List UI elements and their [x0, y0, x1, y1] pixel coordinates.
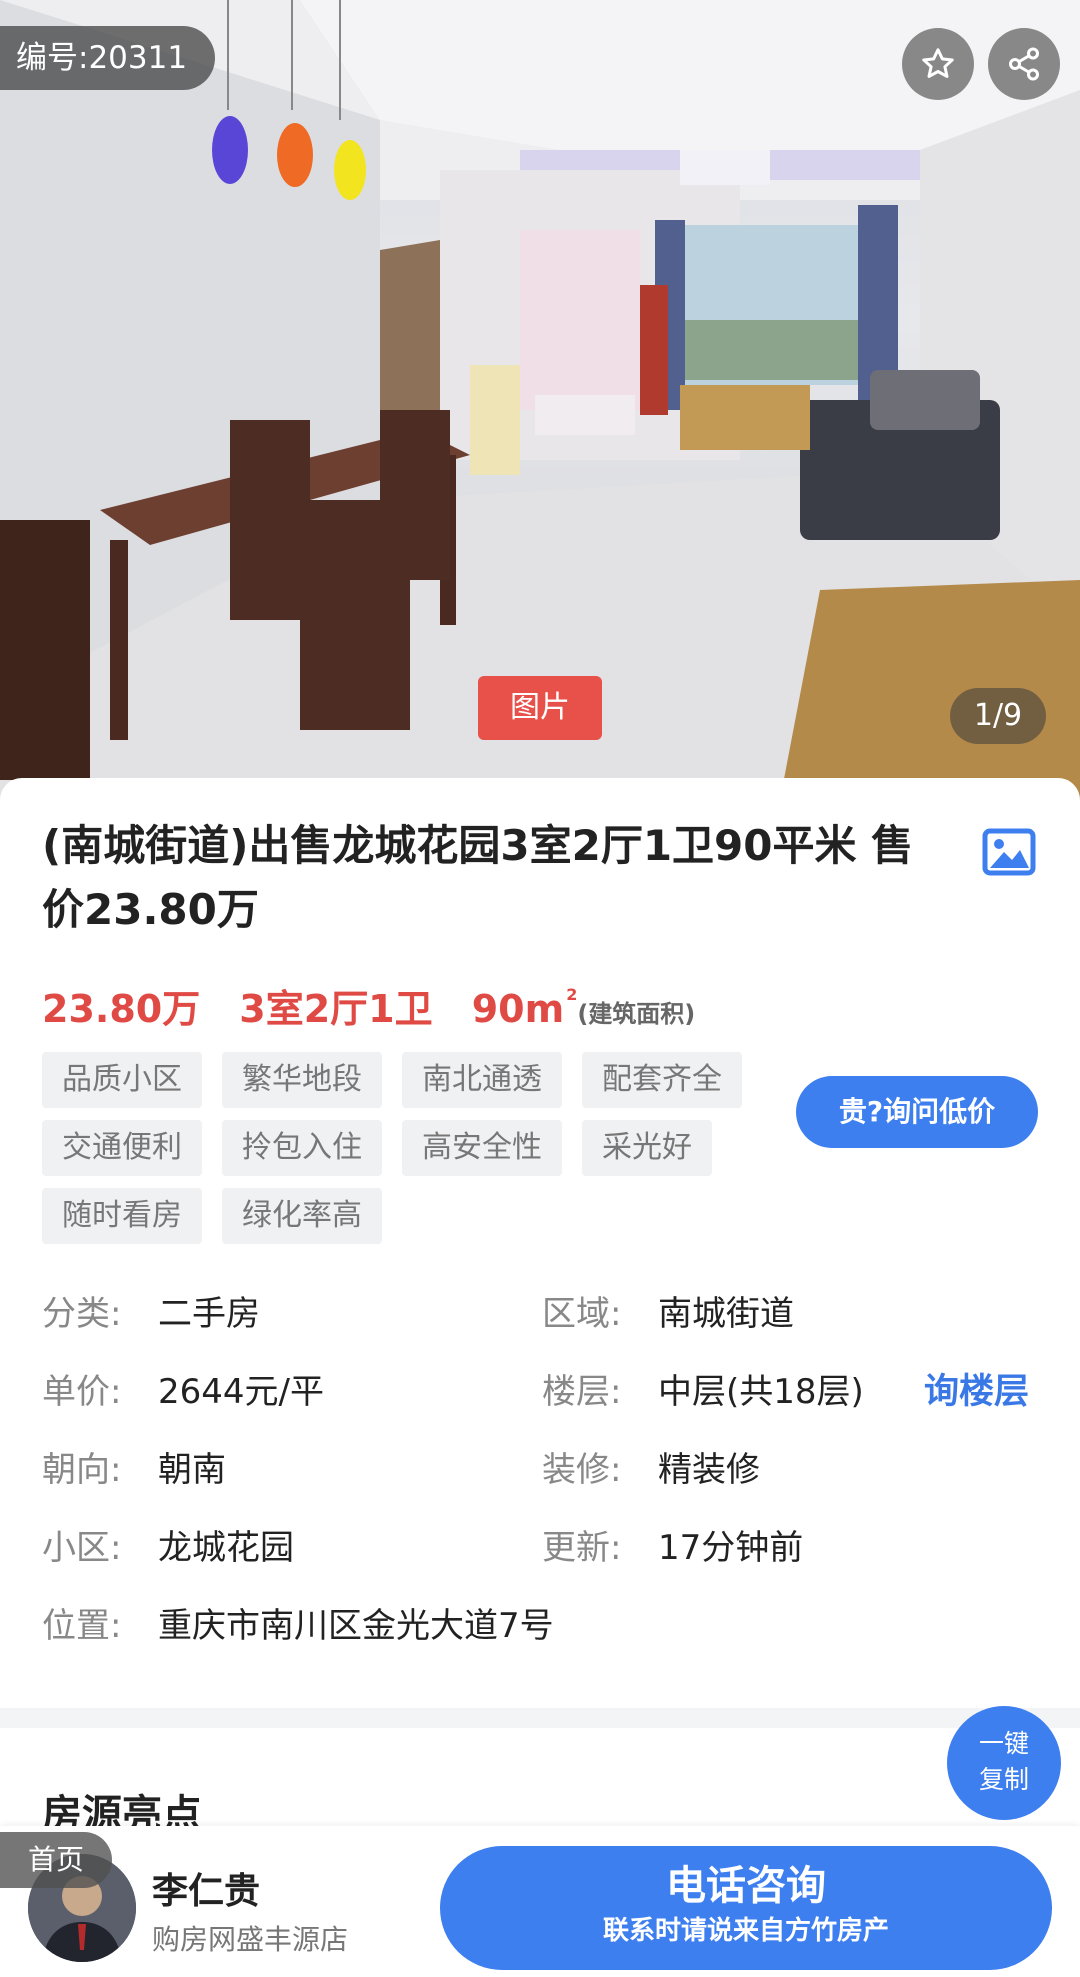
category-label: 分类: [42, 1294, 122, 1334]
feature-tag: 高安全性 [402, 1120, 562, 1176]
location-label: 位置: [42, 1606, 122, 1646]
favorite-button[interactable] [902, 28, 974, 100]
floor-area: 90m 2(建筑面积) [472, 985, 696, 1031]
region-label: 区域: [542, 1294, 622, 1334]
listing-title: (南城街道)出售龙城花园3室2厅1卫90平米 售价23.80万 [42, 821, 914, 934]
feature-tag: 绿化率高 [222, 1188, 382, 1244]
listing-number-badge: 编号:20311 [0, 26, 216, 90]
category-value: 二手房 [158, 1294, 260, 1334]
floor-area-value: 90m [471, 987, 565, 1031]
feature-tag: 拎包入住 [222, 1120, 382, 1176]
location-value: 重庆市南川区金光大道7号 [158, 1606, 554, 1646]
feature-tag: 南北通透 [402, 1052, 562, 1108]
region-value: 南城街道 [658, 1294, 794, 1334]
feature-tag: 繁华地段 [222, 1052, 382, 1108]
feature-tag: 品质小区 [42, 1052, 202, 1108]
feature-tag: 交通便利 [42, 1120, 202, 1176]
one-click-copy-button[interactable]: 一键 复制 [947, 1706, 1061, 1820]
copy-button-line1: 一键 [978, 1729, 1029, 1758]
floor-value: 中层(共18层) [658, 1372, 864, 1412]
unit-price-label: 单价: [42, 1372, 122, 1412]
area-superscript: 2 [566, 985, 578, 1004]
decoration-value: 精装修 [658, 1450, 760, 1490]
feature-tag: 随时看房 [42, 1188, 202, 1244]
community-label: 小区: [42, 1528, 122, 1568]
home-tab[interactable]: 首页 [0, 1832, 112, 1888]
orientation-value: 朝南 [158, 1450, 226, 1490]
floor-label: 楼层: [542, 1372, 622, 1412]
detail-row: 位置: 重庆市南川区金光大道7号 [42, 1596, 1042, 1656]
call-button-sublabel: 联系时请说来自方竹房产 [602, 1916, 889, 1946]
area-note: (建筑面积) [577, 1000, 696, 1028]
photo-tab-label[interactable]: 图片 [478, 676, 602, 740]
detail-row: 朝向: 朝南 装修: 精装修 [42, 1440, 1042, 1500]
decoration-label: 装修: [542, 1450, 622, 1490]
orientation-label: 朝向: [42, 1450, 122, 1490]
detail-row: 分类: 二手房 区域: 南城街道 [42, 1284, 1042, 1344]
agent-shop: 购房网盛丰源店 [152, 1923, 349, 1956]
copy-button-line2: 复制 [978, 1765, 1029, 1794]
key-metrics: 23.80万 3室2厅1卫 90m 2(建筑面积) [42, 978, 696, 1031]
star-icon [922, 48, 954, 78]
gallery-icon[interactable] [982, 828, 1036, 876]
share-button[interactable] [988, 28, 1060, 100]
share-icon [1009, 47, 1039, 81]
updated-value: 17分钟前 [658, 1528, 804, 1568]
phone-consult-button[interactable]: 电话咨询 联系时请说来自方竹房产 [440, 1846, 1052, 1970]
updated-label: 更新: [542, 1528, 622, 1568]
ask-floor-link[interactable]: 询楼层 [924, 1362, 1029, 1422]
listing-info-card: (南城街道)出售龙城花园3室2厅1卫90平米 售价23.80万 23.80万 3… [0, 778, 1080, 1708]
ask-lower-price-button[interactable]: 贵?询问低价 [796, 1076, 1038, 1148]
photo-counter: 1/9 [950, 688, 1046, 744]
listing-photo[interactable]: 编号:20311 图片 1/9 [0, 0, 1080, 800]
section-divider [0, 1708, 1080, 1728]
detail-row: 小区: 龙城花园 更新: 17分钟前 [42, 1518, 1042, 1578]
feature-tag: 采光好 [582, 1120, 712, 1176]
detail-row: 单价: 2644元/平 楼层: 中层(共18层) 询楼层 [42, 1362, 1042, 1422]
community-value: 龙城花园 [158, 1528, 294, 1568]
price: 23.80万 [42, 987, 201, 1031]
room-layout: 3室2厅1卫 [239, 987, 433, 1031]
feature-tag: 配套齐全 [582, 1052, 742, 1108]
call-button-label: 电话咨询 [666, 1863, 826, 1909]
agent-name: 李仁贵 [152, 1871, 261, 1912]
unit-price-value: 2644元/平 [158, 1372, 324, 1412]
